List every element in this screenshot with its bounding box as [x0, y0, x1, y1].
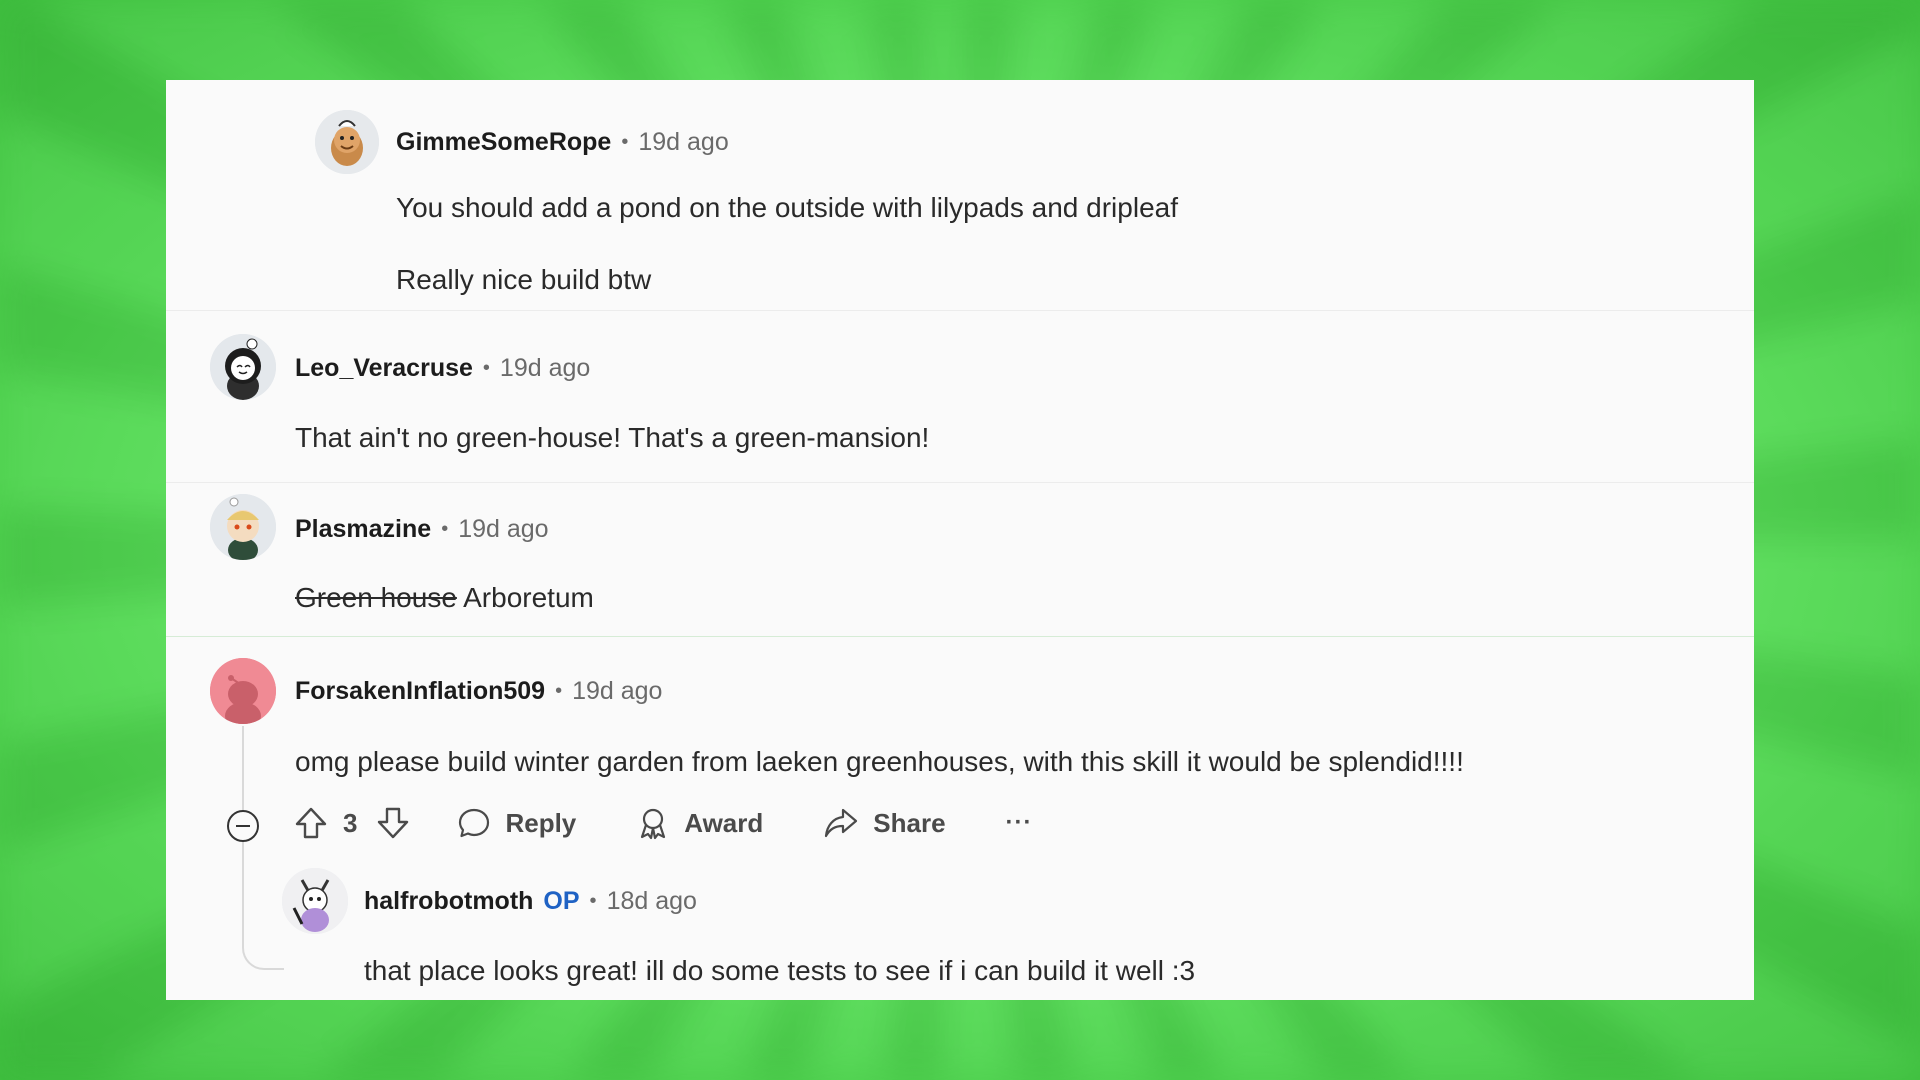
separator-dot: •	[441, 518, 449, 540]
comment-meta: Plasmazine • 19d ago	[295, 515, 549, 544]
comment-meta: halfrobotmoth OP • 18d ago	[364, 887, 697, 916]
username[interactable]: ForsakenInflation509	[295, 677, 545, 706]
timestamp[interactable]: 19d ago	[572, 677, 662, 706]
more-options-icon: ···	[1005, 809, 1033, 836]
comment-action-bar: 3 Reply Award Share ···	[293, 805, 1033, 841]
comment-meta: Leo_Veracruse • 19d ago	[295, 354, 590, 383]
reply-button[interactable]: Reply	[457, 806, 576, 840]
comment-thread-panel: GimmeSomeRope • 19d ago You should add a…	[166, 80, 1754, 1000]
timestamp[interactable]: 19d ago	[500, 354, 590, 383]
downvote-arrow-icon	[378, 807, 409, 839]
award-button[interactable]: Award	[636, 806, 763, 840]
comment-meta: ForsakenInflation509 • 19d ago	[295, 677, 662, 706]
op-badge: OP	[543, 887, 580, 915]
comment-text: You should add a pond on the outside wit…	[396, 192, 1178, 223]
replacement-text: Arboretum	[463, 582, 594, 613]
separator-dot: •	[555, 680, 563, 702]
share-arrow-icon	[825, 808, 858, 838]
comment-meta: GimmeSomeRope • 19d ago	[396, 128, 729, 157]
comment-text: that place looks great! ill do some test…	[364, 955, 1196, 986]
reply-label: Reply	[505, 807, 577, 838]
avatar[interactable]	[210, 658, 276, 724]
separator-dot: •	[621, 131, 629, 153]
comment-text: Really nice build btw	[396, 264, 652, 295]
separator-dot: •	[589, 890, 597, 912]
thread-connector	[242, 876, 284, 970]
upvote-arrow-icon	[295, 807, 327, 839]
comment-text: Green house Arboretum	[295, 582, 594, 614]
username[interactable]: Leo_Veracruse	[295, 354, 473, 383]
comment-text: That ain't no green-house! That's a gree…	[295, 422, 930, 453]
username[interactable]: halfrobotmoth	[364, 887, 533, 916]
collapse-thread-button[interactable]	[227, 810, 259, 842]
separator-dot: •	[482, 357, 490, 379]
more-options-button[interactable]: ···	[1006, 809, 1033, 837]
thread-line[interactable]	[242, 726, 244, 876]
divider	[166, 310, 1754, 311]
avatar[interactable]	[210, 334, 276, 400]
divider	[166, 482, 1754, 483]
share-label: Share	[873, 807, 946, 838]
divider	[166, 636, 1754, 637]
award-label: Award	[684, 807, 764, 838]
struck-text: Green house	[295, 582, 457, 613]
username[interactable]: Plasmazine	[295, 515, 431, 544]
award-icon	[641, 808, 666, 840]
timestamp[interactable]: 18d ago	[607, 887, 697, 916]
downvote-button[interactable]	[375, 805, 411, 841]
username[interactable]: GimmeSomeRope	[396, 128, 611, 157]
timestamp[interactable]: 19d ago	[638, 128, 728, 157]
comment-text: omg please build winter garden from laek…	[295, 746, 1464, 777]
vote-count: 3	[343, 807, 358, 838]
speech-bubble-icon	[459, 808, 490, 838]
avatar[interactable]	[315, 110, 379, 174]
timestamp[interactable]: 19d ago	[458, 515, 548, 544]
avatar[interactable]	[210, 494, 276, 560]
upvote-button[interactable]	[293, 805, 329, 841]
share-button[interactable]: Share	[823, 806, 946, 840]
avatar[interactable]	[282, 868, 348, 934]
